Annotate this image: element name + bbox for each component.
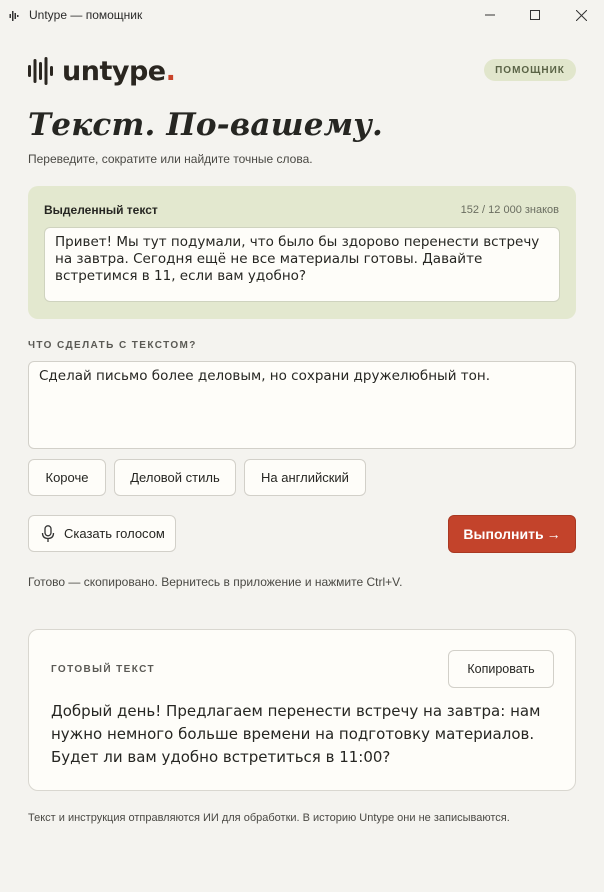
title-bar: Untype — помощник bbox=[0, 0, 604, 32]
page-subhead: Переведите, сократите или найдите точные… bbox=[28, 152, 313, 166]
close-button[interactable] bbox=[558, 0, 604, 30]
privacy-footer: Текст и инструкция отправляются ИИ для о… bbox=[28, 812, 510, 824]
chip-business-style[interactable]: Деловой стиль bbox=[114, 459, 236, 496]
result-label: Готовый текст bbox=[51, 664, 155, 675]
close-icon bbox=[575, 9, 587, 21]
minimize-button[interactable] bbox=[467, 0, 513, 30]
copy-button[interactable]: Копировать bbox=[448, 650, 554, 688]
voice-input-label: Сказать голосом bbox=[64, 526, 165, 541]
chip-shorter[interactable]: Короче bbox=[28, 459, 106, 496]
maximize-icon bbox=[530, 10, 540, 20]
execute-label: Выполнить bbox=[463, 526, 544, 542]
microphone-icon bbox=[41, 524, 55, 542]
page-headline: Текст. По-вашему. bbox=[28, 107, 384, 143]
voice-input-button[interactable]: Сказать голосом bbox=[28, 515, 176, 552]
result-text: Добрый день! Предлагаем перенести встреч… bbox=[51, 702, 541, 766]
untype-logo: untype. bbox=[28, 55, 176, 87]
instruction-label: Что сделать с текстом? bbox=[28, 340, 197, 351]
app-waveform-icon bbox=[9, 11, 19, 21]
selected-text-field[interactable]: Привет! Мы тут подумали, что было бы здо… bbox=[44, 227, 560, 302]
logo-waveform-icon bbox=[28, 57, 53, 85]
execute-button[interactable]: Выполнить → bbox=[448, 515, 576, 553]
selected-text-label: Выделенный текст bbox=[44, 203, 158, 217]
minimize-icon bbox=[485, 14, 495, 16]
arrow-right-icon: → bbox=[546, 526, 561, 542]
logo-wordmark: untype. bbox=[62, 55, 176, 87]
mode-badge: помощник bbox=[484, 59, 576, 81]
instruction-input[interactable]: Сделай письмо более деловым, но сохрани … bbox=[28, 361, 576, 449]
maximize-button[interactable] bbox=[512, 0, 558, 30]
selected-text-card: Выделенный текст 152 / 12 000 знаков При… bbox=[28, 186, 576, 319]
result-card: Готовый текст Копировать Добрый день! Пр… bbox=[28, 629, 576, 791]
chip-to-english[interactable]: На английский bbox=[244, 459, 366, 496]
status-message: Готово — скопировано. Вернитесь в прилож… bbox=[28, 575, 403, 589]
window-title: Untype — помощник bbox=[29, 8, 143, 22]
character-count: 152 / 12 000 знаков bbox=[460, 204, 559, 216]
